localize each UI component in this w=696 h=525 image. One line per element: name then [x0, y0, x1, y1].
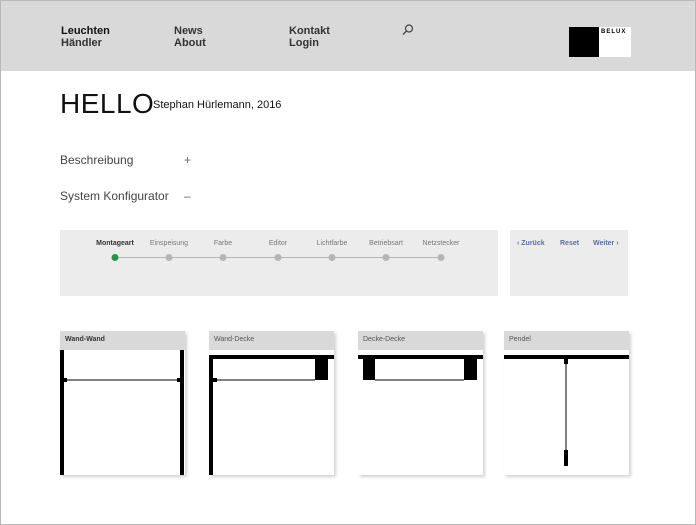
step-dot-betriebsart[interactable]: [382, 254, 390, 261]
accordion-beschreibung[interactable]: Beschreibung +: [60, 153, 191, 167]
step-dot-editor[interactable]: [274, 254, 282, 261]
next-button[interactable]: Weiter ›: [593, 240, 619, 247]
nav-link-news[interactable]: News: [174, 25, 206, 37]
card-label: Wand-Decke: [214, 336, 255, 343]
accordion-label: Beschreibung: [60, 153, 134, 167]
nav-link-haendler[interactable]: Händler: [61, 37, 110, 49]
pendel-diagram: [504, 355, 629, 466]
card-header: Wand-Decke: [209, 331, 334, 350]
nav-link-leuchten[interactable]: Leuchten: [61, 25, 110, 37]
mounting-card-pendel[interactable]: Pendel: [504, 331, 629, 475]
configurator-stepper: Montageart Einspeisung Farbe Editor Lichtfar…: [60, 230, 498, 296]
step-label-montageart[interactable]: Montageart: [96, 240, 134, 247]
decke-decke-diagram: [358, 355, 483, 381]
belux-logo[interactable]: BELUX: [569, 27, 631, 57]
page-title: HELLO: [60, 88, 155, 119]
logo-black-square: [569, 27, 599, 57]
step-dot-lichtfarbe[interactable]: [328, 254, 336, 261]
nav-column-3: Kontakt Login: [289, 25, 330, 49]
mounting-card-wand-wand[interactable]: Wand-Wand: [60, 331, 185, 475]
nav-link-kontakt[interactable]: Kontakt: [289, 25, 330, 37]
reset-button[interactable]: Reset: [560, 240, 579, 247]
card-header: Decke-Decke: [358, 331, 483, 350]
nav-column-2: News About: [174, 25, 206, 49]
nav-link-about[interactable]: About: [174, 37, 206, 49]
expand-plus-icon[interactable]: +: [184, 153, 191, 167]
mounting-card-wand-decke[interactable]: Wand-Decke: [209, 331, 334, 475]
step-label-netzstecker[interactable]: Netzstecker: [423, 240, 460, 247]
card-header: Wand-Wand: [60, 331, 185, 350]
page-subtitle: Stephan Hürlemann, 2016: [153, 99, 282, 111]
mounting-card-decke-decke[interactable]: Decke-Decke: [358, 331, 483, 475]
card-header: Pendel: [504, 331, 629, 350]
nav-link-login[interactable]: Login: [289, 37, 330, 49]
step-dot-netzstecker[interactable]: [437, 254, 445, 261]
card-label: Decke-Decke: [363, 336, 406, 343]
step-label-betriebsart[interactable]: Betriebsart: [369, 240, 403, 247]
search-icon[interactable]: [401, 23, 415, 37]
wand-wand-diagram: [60, 350, 184, 475]
wand-decke-diagram: [209, 355, 334, 475]
back-button[interactable]: ‹ Zurück: [517, 240, 545, 247]
top-navigation-bar: Leuchten Händler News About Kontakt Logi…: [1, 1, 695, 71]
step-dot-einspeisung[interactable]: [165, 254, 173, 261]
collapse-minus-icon[interactable]: –: [184, 189, 191, 203]
stepper-controls: ‹ Zurück Reset Weiter ›: [510, 230, 628, 296]
card-label: Wand-Wand: [65, 336, 105, 343]
accordion-label: System Konfigurator: [60, 189, 169, 203]
step-label-einspeisung[interactable]: Einspeisung: [150, 240, 188, 247]
step-label-lichtfarbe[interactable]: Lichtfarbe: [317, 240, 348, 247]
step-dot-farbe[interactable]: [219, 254, 227, 261]
card-label: Pendel: [509, 336, 531, 343]
step-dot-montageart[interactable]: [111, 254, 119, 261]
logo-text: BELUX: [601, 29, 627, 35]
step-label-editor[interactable]: Editor: [269, 240, 287, 247]
nav-column-1: Leuchten Händler: [61, 25, 110, 49]
accordion-system-konfigurator[interactable]: System Konfigurator –: [60, 189, 191, 203]
step-label-farbe[interactable]: Farbe: [214, 240, 232, 247]
